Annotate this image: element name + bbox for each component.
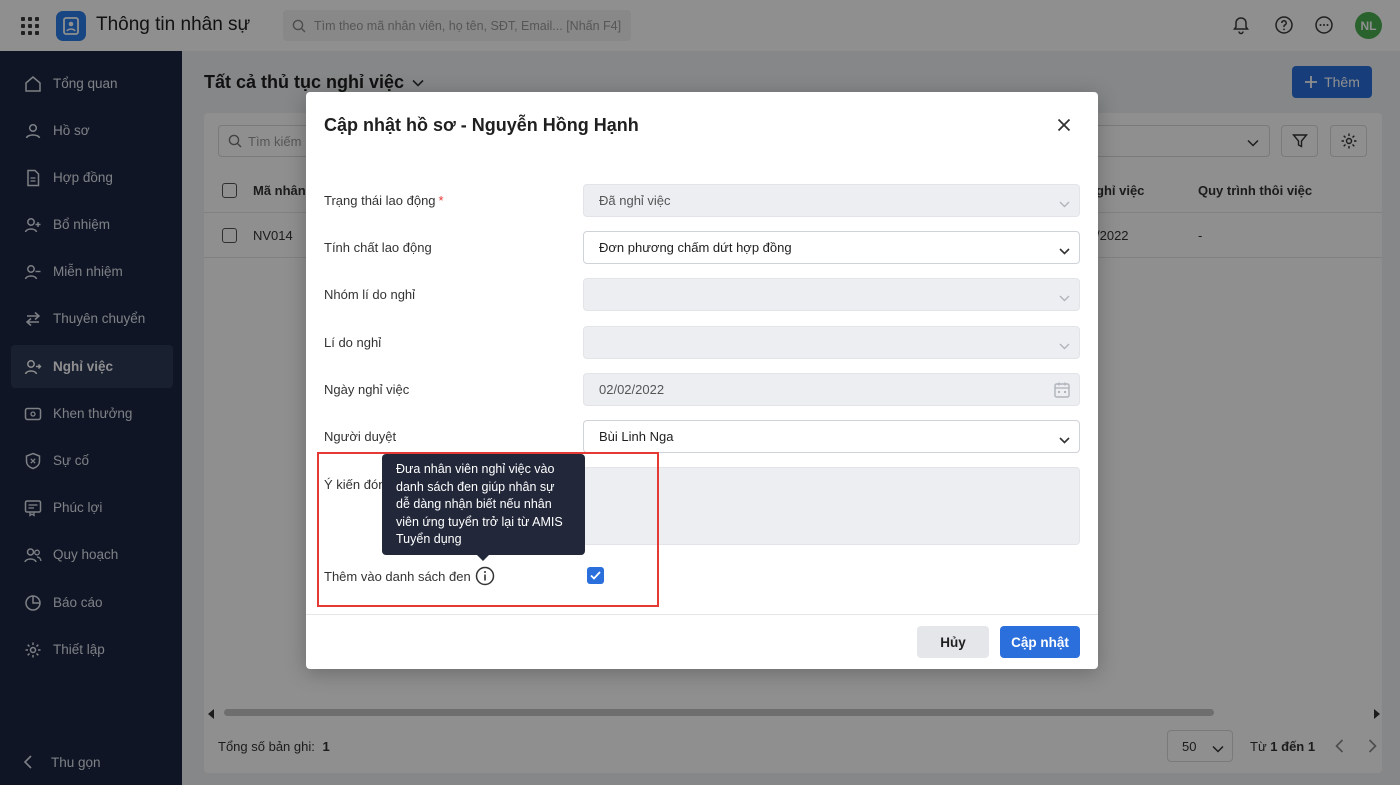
work-status-label-text: Trạng thái lao động: [324, 193, 436, 208]
work-status-label: Trạng thái lao động *: [324, 193, 444, 208]
chevron-down-icon: [1059, 243, 1070, 258]
reason-select: [583, 326, 1080, 359]
reason-group-select: [583, 278, 1080, 311]
chevron-down-icon: [1059, 338, 1070, 353]
tooltip-text: Đưa nhân viên nghỉ việc vào danh sách đe…: [396, 462, 563, 546]
work-status-select: Đã nghỉ việc: [583, 184, 1080, 217]
work-status-value: Đã nghỉ việc: [599, 193, 671, 208]
approver-value: Bùi Linh Nga: [599, 429, 674, 444]
chevron-down-icon: [1059, 432, 1070, 447]
dialog-title: Cập nhật hồ sơ - Nguyễn Hồng Hạnh: [324, 115, 639, 135]
approver-label: Người duyệt: [324, 429, 397, 444]
leave-date-input: 02/02/2022: [583, 373, 1080, 406]
tooltip-arrow: [477, 555, 489, 561]
blacklist-tooltip: Đưa nhân viên nghỉ việc vào danh sách đe…: [382, 454, 585, 561]
labor-nature-select[interactable]: Đơn phương chấm dứt hợp đồng: [583, 231, 1080, 264]
dialog-divider: [306, 614, 1098, 615]
update-button[interactable]: Cập nhật: [1000, 626, 1080, 658]
labor-nature-label: Tính chất lao động: [324, 240, 432, 255]
leave-date-label: Ngày nghỉ việc: [324, 382, 410, 397]
cancel-button[interactable]: Hủy: [917, 626, 989, 658]
labor-nature-value: Đơn phương chấm dứt hợp đồng: [599, 240, 792, 255]
required-marker: *: [438, 193, 444, 208]
approver-select[interactable]: Bùi Linh Nga: [583, 420, 1080, 453]
leave-date-value: 02/02/2022: [599, 382, 665, 397]
calendar-icon: [1053, 381, 1071, 402]
reason-group-label: Nhóm lí do nghỉ: [324, 287, 416, 302]
reason-label: Lí do nghỉ: [324, 335, 382, 350]
chevron-down-icon: [1059, 196, 1070, 211]
chevron-down-icon: [1059, 290, 1070, 305]
close-icon[interactable]: [1053, 114, 1075, 136]
